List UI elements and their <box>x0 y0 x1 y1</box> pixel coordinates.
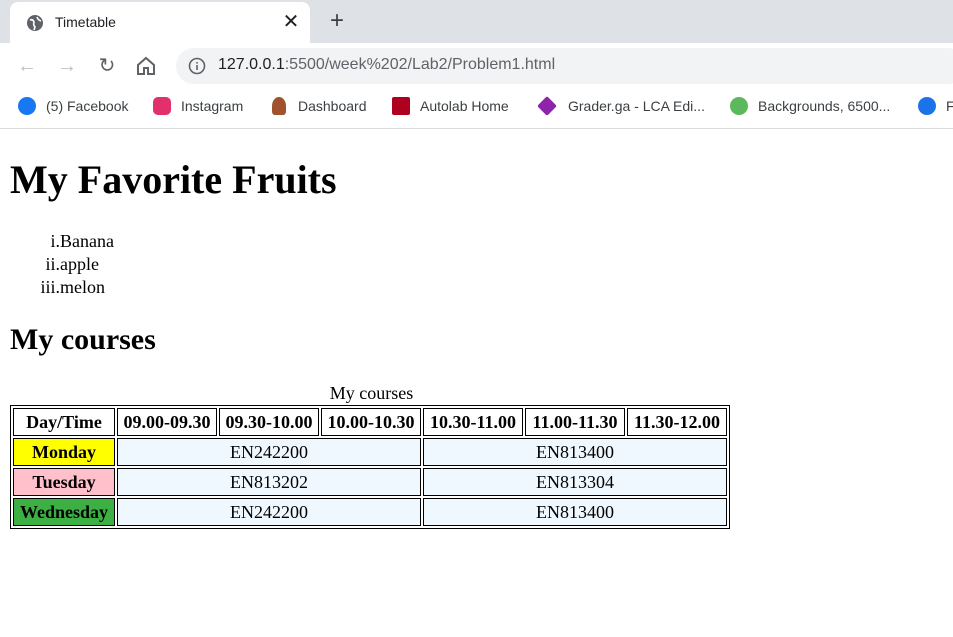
course-cell: EN813304 <box>423 468 727 496</box>
forward-arrow-icon[interactable]: → <box>55 54 79 78</box>
column-header: Day/Time <box>13 408 115 436</box>
tab-title: Timetable <box>55 14 116 30</box>
back-arrow-icon[interactable]: ← <box>15 54 39 78</box>
autolab-icon <box>392 97 410 115</box>
bookmark-label: Dashboard <box>298 98 367 114</box>
column-header: 11.00-11.30 <box>525 408 625 436</box>
column-header: 10.00-10.30 <box>321 408 421 436</box>
reload-icon[interactable]: ↻ <box>95 54 119 78</box>
course-cell: EN242200 <box>117 438 421 466</box>
table-row: Tuesday EN813202 EN813304 <box>13 468 727 496</box>
course-cell: EN242200 <box>117 498 421 526</box>
address-bar[interactable]: 127.0.0.1:5500/week%202/Lab2/Problem1.ht… <box>176 48 953 84</box>
course-cell: EN813400 <box>423 498 727 526</box>
tab-timetable[interactable]: Timetable ✕ <box>10 2 310 43</box>
grader-icon <box>537 96 557 116</box>
toolbar: ← → ↻ 127.0.0.1:5500/week%202/Lab2/Probl… <box>0 43 953 89</box>
bookmark-label: Backgrounds, 6500... <box>758 98 891 114</box>
column-header: 10.30-11.00 <box>423 408 523 436</box>
bookmark-label: Autolab Home <box>420 98 509 114</box>
table-row: Wednesday EN242200 EN813400 <box>13 498 727 526</box>
backgrounds-icon <box>730 97 748 115</box>
list-number: iii. <box>40 277 60 297</box>
globe-icon <box>27 15 43 31</box>
table-row: Monday EN242200 EN813400 <box>13 438 727 466</box>
column-header: 09.30-10.00 <box>219 408 319 436</box>
timetable: Day/Time 09.00-09.30 09.30-10.00 10.00-1… <box>10 405 730 529</box>
bookmark-label: Instagram <box>181 98 244 114</box>
instagram-icon <box>153 97 171 115</box>
course-cell: EN813400 <box>423 438 727 466</box>
list-number: i. <box>50 231 60 251</box>
close-icon[interactable]: ✕ <box>280 11 302 33</box>
page-title: My Favorite Fruits <box>10 157 337 202</box>
column-header: 09.00-09.30 <box>117 408 217 436</box>
bookmark-label: (5) Facebook <box>46 98 129 114</box>
url-host: 127.0.0.1 <box>218 56 285 73</box>
home-icon[interactable] <box>135 55 157 77</box>
day-cell: Tuesday <box>13 468 115 496</box>
course-cell: EN813202 <box>117 468 421 496</box>
url-path: :5500/week%202/Lab2/Problem1.html <box>284 56 556 73</box>
day-cell: Monday <box>13 438 115 466</box>
url-text[interactable]: 127.0.0.1:5500/week%202/Lab2/Problem1.ht… <box>218 56 555 74</box>
bookmarks-bar: (5) Facebook Instagram Dashboard Autolab… <box>0 89 953 129</box>
dashboard-icon <box>272 97 286 115</box>
list-text: melon <box>60 277 105 297</box>
table-caption: My courses <box>329 383 414 403</box>
new-tab-icon[interactable]: + <box>326 9 348 33</box>
list-text: Banana <box>60 231 114 251</box>
day-cell: Wednesday <box>13 498 115 526</box>
robot-icon <box>918 97 936 115</box>
column-header: 11.30-12.00 <box>627 408 727 436</box>
page-content: My Favorite Fruits i. Banana ii. apple i… <box>0 129 953 637</box>
list-number: ii. <box>45 254 60 274</box>
tab-strip: Timetable ✕ + <box>0 0 953 43</box>
info-icon[interactable] <box>188 57 206 75</box>
section-heading: My courses <box>10 323 156 356</box>
table-header-row: Day/Time 09.00-09.30 09.30-10.00 10.00-1… <box>13 408 727 436</box>
bookmark-label: F <box>946 95 953 117</box>
bookmark-label: Grader.ga - LCA Edi... <box>568 98 705 114</box>
facebook-icon <box>18 97 36 115</box>
list-text: apple <box>60 254 99 274</box>
